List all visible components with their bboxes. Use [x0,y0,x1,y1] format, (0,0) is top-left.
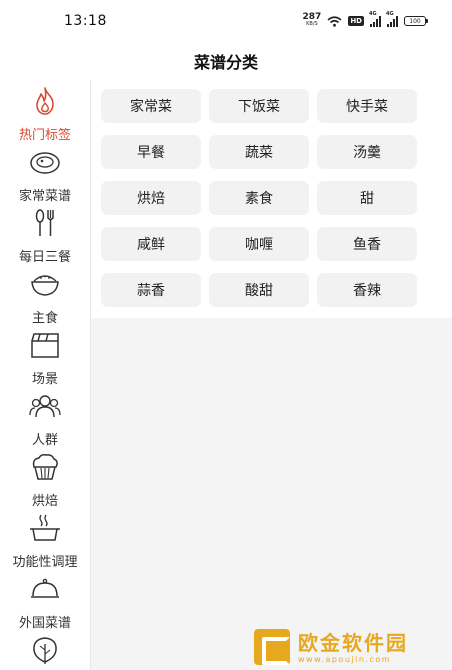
tag-grid: 家常菜 下饭菜 快手菜 早餐 蔬菜 汤羹 烘焙 素食 甜 咸鲜 咖喱 鱼香 蒜香… [91,80,452,318]
net-speed-value: 287 [302,12,322,22]
sidebar-item-people[interactable]: 人群 [0,385,90,448]
clapperboard-icon [31,333,59,358]
tag-chip[interactable]: 酸甜 [209,273,309,307]
tag-chip[interactable]: 快手菜 [317,89,417,123]
sidebar-item-home-recipes[interactable]: 家常菜谱 [0,141,90,204]
tag-content-area: 家常菜 下饭菜 快手菜 早餐 蔬菜 汤羹 烘焙 素食 甜 咸鲜 咖喱 鱼香 蒜香… [90,80,452,670]
tag-chip[interactable]: 蒜香 [101,273,201,307]
title-bar: 菜谱分类 [0,44,452,78]
page-title: 菜谱分类 [193,53,258,72]
wifi-icon [327,15,342,27]
battery-icon: 100 [404,16,428,26]
category-sidebar: 热门标签 家常菜谱 每日三餐 主食 场景 人群 烘焙 功能性调理 外国菜谱 [0,80,90,670]
cloche-icon [31,578,59,598]
status-time: 13:18 [64,13,107,29]
sidebar-item-scene[interactable]: 场景 [0,324,90,387]
steaming-pot-icon [30,514,60,541]
tag-chip[interactable]: 下饭菜 [209,89,309,123]
flame-icon [36,87,54,115]
leaf-icon [33,637,57,664]
signal-2-icon: 4G [386,11,398,27]
spoon-fork-icon [35,209,54,236]
tag-chip[interactable]: 咸鲜 [101,227,201,261]
sidebar-item-hot-tags[interactable]: 热门标签 [0,80,90,143]
people-icon [29,395,61,418]
tag-chip[interactable]: 早餐 [101,135,201,169]
tag-chip[interactable]: 甜 [317,181,417,215]
tag-chip[interactable]: 咖喱 [209,227,309,261]
net-speed-unit: KB/S [306,21,318,27]
network-speed: 287 KB/S [302,12,322,28]
sidebar-item-baking[interactable]: 烘焙 [0,446,90,509]
tag-chip[interactable]: 烘焙 [101,181,201,215]
tag-chip[interactable]: 家常菜 [101,89,201,123]
watermark-url: www.apoujin.com [298,654,392,664]
signal-1-icon: 4G [369,11,381,27]
rice-bowl-icon [31,275,59,296]
signal-2-label: 4G [386,10,394,17]
status-bar: 13:18 287 KB/S HD 4G 4G 100 [0,0,452,44]
sidebar-item-staple[interactable]: 主食 [0,263,90,326]
sidebar-item-foreign[interactable]: 外国菜谱 [0,568,90,631]
tag-chip[interactable]: 蔬菜 [209,135,309,169]
sidebar-item-functional[interactable]: 功能性调理 [0,507,90,570]
tag-chip[interactable]: 汤羹 [317,135,417,169]
hd-badge: HD [348,16,364,26]
watermark-logo-icon [254,629,290,665]
status-icons: 287 KB/S HD 4G 4G 100 [302,11,428,28]
tag-chip[interactable]: 鱼香 [317,227,417,261]
sidebar-item-more[interactable] [0,629,90,670]
muffin-icon [32,454,58,480]
tag-chip[interactable]: 香辣 [317,273,417,307]
signal-1-label: 4G [369,10,377,17]
watermark-name: 欧金软件园 [298,630,408,655]
battery-level: 100 [409,17,421,25]
watermark: 欧金软件园 www.apoujin.com [254,624,450,670]
tag-chip[interactable]: 素食 [209,181,309,215]
sidebar-item-three-meals[interactable]: 每日三餐 [0,202,90,265]
dish-plate-icon [30,152,60,174]
